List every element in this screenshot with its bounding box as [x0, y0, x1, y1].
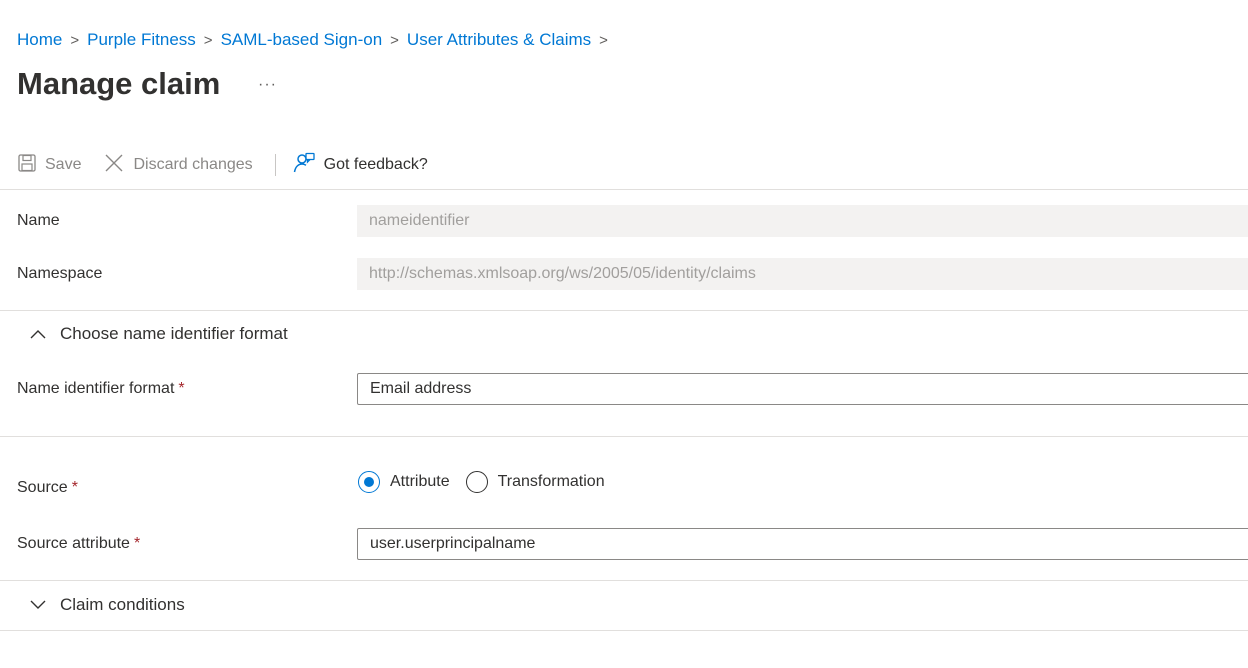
name-identifier-format-label: Name identifier format * [17, 380, 185, 397]
got-feedback-label: Got feedback? [323, 156, 428, 173]
source-attribute-dropdown[interactable]: user.userprincipalname [357, 528, 1248, 560]
name-identifier-format-dropdown[interactable]: Email address [357, 373, 1248, 405]
breadcrumb: Home > Purple Fitness > SAML-based Sign-… [17, 30, 616, 50]
divider [0, 310, 1248, 311]
save-button[interactable]: Save [17, 153, 81, 178]
claim-conditions-label: Claim conditions [60, 595, 185, 614]
choose-name-identifier-format-toggle[interactable]: Choose name identifier format [30, 324, 288, 344]
choose-name-identifier-format-label: Choose name identifier format [60, 324, 288, 343]
name-field: nameidentifier [357, 205, 1248, 237]
source-radio-group: Attribute Transformation [358, 471, 621, 493]
save-icon [17, 153, 37, 178]
breadcrumb-separator: > [70, 31, 80, 49]
claim-conditions-toggle[interactable]: Claim conditions [30, 595, 185, 615]
breadcrumb-home[interactable]: Home [17, 30, 62, 50]
required-marker: * [178, 380, 185, 397]
divider [0, 580, 1248, 581]
discard-changes-label: Discard changes [133, 156, 253, 173]
source-label: Source * [17, 479, 78, 496]
name-label: Name [17, 212, 60, 229]
save-label: Save [45, 156, 82, 173]
radio-unchecked-icon [465, 471, 488, 493]
chevron-down-icon [30, 595, 46, 615]
more-options-icon[interactable]: ··· [258, 76, 277, 94]
got-feedback-button[interactable]: Got feedback? [292, 152, 428, 179]
toolbar-divider [274, 154, 276, 176]
chevron-up-icon [30, 324, 46, 344]
required-marker: * [71, 479, 78, 496]
breadcrumb-saml-sign-on[interactable]: SAML-based Sign-on [221, 30, 383, 50]
radio-checked-icon [358, 471, 380, 493]
discard-changes-button[interactable]: Discard changes [103, 152, 253, 179]
source-option-attribute-label: Attribute [390, 473, 450, 490]
namespace-label: Namespace [17, 265, 103, 282]
breadcrumb-separator: > [599, 31, 608, 49]
divider [0, 436, 1248, 437]
required-marker: * [133, 535, 141, 552]
breadcrumb-separator: > [390, 31, 399, 49]
source-radio-transformation[interactable]: Transformation [465, 471, 605, 493]
breadcrumb-user-attributes-claims[interactable]: User Attributes & Claims [407, 30, 591, 50]
breadcrumb-purple-fitness[interactable]: Purple Fitness [87, 30, 196, 50]
feedback-icon [292, 152, 316, 179]
source-option-transformation-label: Transformation [497, 473, 605, 490]
breadcrumb-separator: > [203, 31, 213, 49]
page-title: Manage claim [17, 66, 221, 101]
divider [0, 189, 1248, 190]
namespace-field: http://schemas.xmlsoap.org/ws/2005/05/id… [357, 258, 1248, 290]
divider [0, 630, 1248, 631]
source-radio-attribute[interactable]: Attribute [358, 471, 450, 493]
source-attribute-label: Source attribute * [17, 535, 141, 552]
close-icon [103, 152, 125, 179]
command-bar: Save Discard changes Got feedback? [17, 148, 450, 182]
